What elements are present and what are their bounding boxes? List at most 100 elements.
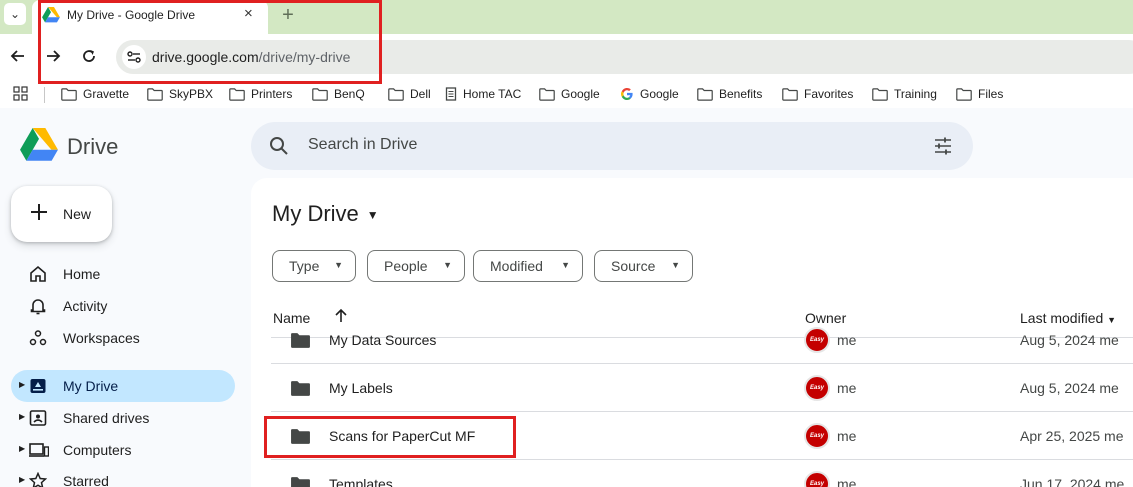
- sidebar-item-workspaces[interactable]: Workspaces: [11, 322, 235, 354]
- bookmark-item[interactable]: Printers: [229, 85, 292, 103]
- bookmark-item[interactable]: Benefits: [697, 85, 762, 103]
- row-owner: me: [837, 380, 857, 396]
- sidebar-item-starred[interactable]: ▶ Starred: [11, 465, 235, 487]
- sidebar-item-label: My Drive: [63, 378, 119, 394]
- caret-down-icon: ▼: [443, 260, 452, 270]
- computers-icon: [29, 441, 50, 464]
- folder-icon: [388, 87, 404, 101]
- folder-icon: [782, 87, 798, 101]
- forward-button[interactable]: [43, 46, 63, 66]
- bell-icon: [29, 297, 47, 320]
- browser-toolbar: drive.google.com/drive/my-drive: [0, 34, 1133, 80]
- filter-source[interactable]: Source ▼: [594, 250, 693, 282]
- sidebar-item-shared-drives[interactable]: ▶ Shared drives: [11, 402, 235, 434]
- filter-label: Source: [611, 258, 656, 274]
- folder-shape: [291, 381, 310, 396]
- bookmarks-divider: [44, 87, 45, 103]
- bookmark-item[interactable]: Dell: [388, 85, 431, 103]
- apps-grid-icon[interactable]: [13, 86, 28, 101]
- search-icon[interactable]: [269, 136, 289, 156]
- folder-icon: [229, 87, 245, 101]
- bookmark-item[interactable]: Favorites: [782, 85, 853, 103]
- sidebar-item-label: Starred: [63, 473, 109, 487]
- table-row[interactable]: My Labels Easy me Aug 5, 2024 me: [271, 364, 1133, 412]
- back-button[interactable]: [8, 46, 28, 66]
- bookmark-item[interactable]: Google: [539, 85, 600, 103]
- owner-avatar[interactable]: Easy: [804, 327, 830, 353]
- row-owner: me: [837, 476, 857, 487]
- sidebar-item-label: Computers: [63, 442, 132, 458]
- reload-icon: [83, 50, 95, 62]
- new-button[interactable]: New: [11, 186, 112, 242]
- sidebar-item-label: Shared drives: [63, 410, 150, 426]
- page-title[interactable]: My Drive ▼: [272, 201, 379, 227]
- caret-down-icon: ▼: [671, 260, 680, 270]
- tune-site-info-icon: [127, 51, 141, 63]
- bookmark-label: Gravette: [83, 87, 130, 101]
- bookmark-label: Files: [978, 87, 1004, 101]
- google-drive-logo-icon[interactable]: [20, 128, 58, 162]
- sidebar-item-computers[interactable]: ▶ Computers: [11, 434, 235, 466]
- folder-icon: [312, 87, 328, 101]
- bookmark-item[interactable]: BenQ: [312, 85, 365, 103]
- table-row[interactable]: Scans for PaperCut MF Easy me Apr 25, 2025 …: [271, 412, 1133, 460]
- folder-icon: [147, 87, 163, 101]
- caret-right-icon[interactable]: ▶: [19, 380, 25, 389]
- row-last-modified: Jun 17, 2024 me: [1020, 476, 1125, 487]
- row-last-modified: Aug 5, 2024 me: [1020, 332, 1119, 348]
- sidebar-item-label: Activity: [63, 298, 108, 314]
- sidebar-item-label: Home: [63, 266, 101, 282]
- url-text[interactable]: drive.google.com/drive/my-drive: [152, 49, 350, 65]
- main-content: My Drive ▼ Type ▼ People ▼ Modified ▼ Sourc…: [251, 178, 1133, 487]
- bookmark-item[interactable]: Gravette: [61, 85, 129, 103]
- filter-people[interactable]: People ▼: [367, 250, 465, 282]
- bookmark-label: BenQ: [334, 87, 365, 101]
- folder-shape: [291, 333, 310, 348]
- workspaces-icon: [29, 329, 47, 352]
- forward-arrow-icon: [47, 50, 61, 62]
- table-row[interactable]: Templates Easy me Jun 17, 2024 me: [271, 460, 1133, 487]
- address-bar[interactable]: drive.google.com/drive/my-drive: [116, 40, 1133, 74]
- drive-logo-text[interactable]: Drive: [67, 134, 118, 160]
- table-row[interactable]: My Data Sources Easy me Aug 5, 2024 me: [271, 316, 1133, 364]
- bookmark-item[interactable]: SkyPBX: [147, 85, 213, 103]
- reload-button[interactable]: [79, 46, 99, 66]
- tab-close-icon[interactable]: ×: [244, 6, 253, 22]
- site-info-button[interactable]: [122, 45, 146, 69]
- sidebar-item-activity[interactable]: Activity: [11, 290, 235, 322]
- folder-icon: [290, 332, 311, 354]
- row-name: My Data Sources: [329, 332, 437, 348]
- filter-label: People: [384, 258, 428, 274]
- bookmark-item[interactable]: Home TAC: [445, 85, 521, 103]
- bookmark-item[interactable]: Google: [620, 85, 679, 103]
- owner-avatar[interactable]: Easy: [804, 471, 830, 487]
- bookmark-item[interactable]: Files: [956, 85, 1003, 103]
- caret-right-icon[interactable]: ▶: [19, 412, 25, 421]
- bookmark-item[interactable]: Training: [872, 85, 937, 103]
- bookmark-label: SkyPBX: [169, 87, 214, 101]
- tab-search-menu-button[interactable]: ⌄: [4, 3, 26, 25]
- folder-icon: [872, 87, 888, 101]
- sidebar-item-my-drive[interactable]: ▶ My Drive: [11, 370, 235, 402]
- search-bar[interactable]: Search in Drive: [251, 122, 973, 170]
- owner-avatar[interactable]: Easy: [804, 423, 830, 449]
- owner-avatar[interactable]: Easy: [804, 375, 830, 401]
- filter-label: Modified: [490, 258, 543, 274]
- row-last-modified: Aug 5, 2024 me: [1020, 380, 1119, 396]
- caret-right-icon[interactable]: ▶: [19, 475, 25, 484]
- row-name: My Labels: [329, 380, 393, 396]
- caret-right-icon[interactable]: ▶: [19, 444, 25, 453]
- filter-type[interactable]: Type ▼: [272, 250, 356, 282]
- search-options-icon[interactable]: [933, 136, 953, 156]
- sidebar-item-home[interactable]: Home: [11, 258, 235, 290]
- new-tab-button[interactable]: +: [279, 3, 297, 27]
- filter-modified[interactable]: Modified ▼: [473, 250, 583, 282]
- browser-tab-strip: ⌄ My Drive - Google Drive × +: [0, 0, 1133, 34]
- tab-title: My Drive - Google Drive: [67, 8, 196, 22]
- bookmark-label: Benefits: [719, 87, 763, 101]
- search-input[interactable]: Search in Drive: [308, 136, 417, 154]
- browser-tab-my-drive[interactable]: My Drive - Google Drive ×: [32, 0, 268, 34]
- folder-icon: [290, 380, 311, 402]
- plus-icon: [31, 204, 47, 220]
- bookmarks-bar: Gravette SkyPBX Printers BenQ Dell Home TAC Go…: [0, 80, 1133, 108]
